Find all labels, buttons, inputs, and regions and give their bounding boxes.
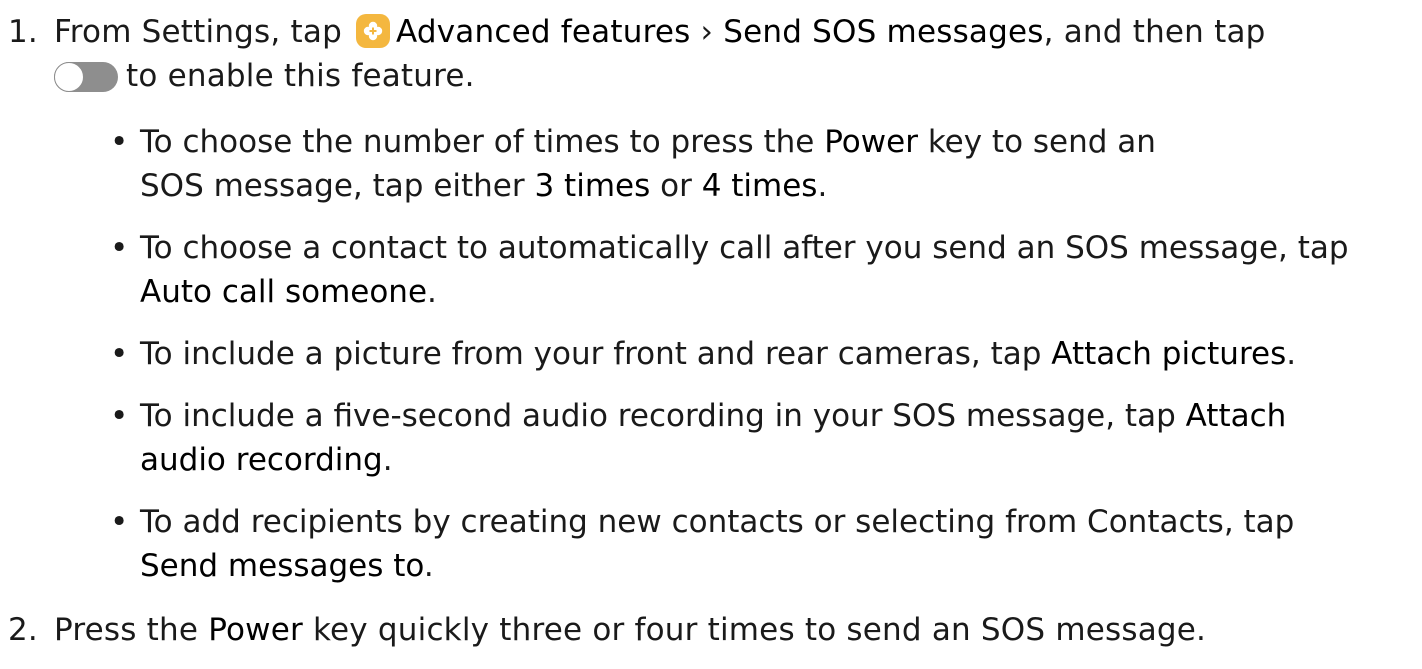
bullet-text: . xyxy=(382,442,393,478)
power-key-label: Power xyxy=(208,612,303,648)
step-number: 1. xyxy=(8,14,38,50)
bullet-line-2: audio recording. xyxy=(140,438,393,482)
bullet-text: To add recipients by creating new contac… xyxy=(140,504,1295,540)
auto-call-someone-label: Auto call someone xyxy=(140,274,428,310)
bullet-text: . xyxy=(423,548,434,584)
bullet-text: To choose a contact to automatically cal… xyxy=(140,230,1349,266)
bullet-text: . xyxy=(1286,336,1297,372)
advanced-features-icon xyxy=(356,14,391,48)
bullet-dot: • xyxy=(110,398,129,434)
toggle-knob xyxy=(54,62,84,92)
bullet-item: • To include a five-second audio recordi… xyxy=(110,394,1410,484)
advanced-features-label: Advanced features xyxy=(396,14,691,50)
step-1-line-1: From Settings, tap Advanced features › S… xyxy=(54,10,1266,54)
step-1: 1. From Settings, tap Advanced features … xyxy=(0,10,1422,100)
bullet-line-2: SOS message, tap either 3 times or 4 tim… xyxy=(140,164,827,208)
step-1-line-2: to enable this feature. xyxy=(54,54,475,98)
bullet-dot: • xyxy=(110,504,129,540)
three-times-label: 3 times xyxy=(534,168,651,204)
power-key-label: Power xyxy=(824,124,918,160)
toggle-switch-icon xyxy=(54,62,118,92)
attach-audio-label: Attach xyxy=(1185,398,1287,434)
document-page: 1. From Settings, tap Advanced features … xyxy=(0,0,1422,669)
bullet-text: To include a five-second audio recording… xyxy=(140,398,1176,434)
bullet-dot: • xyxy=(110,124,129,160)
bullet-text: . xyxy=(427,274,437,310)
bullet-text: SOS message, tap either xyxy=(140,168,525,204)
bullet-dot: • xyxy=(110,336,129,372)
send-messages-to-label: Send messages to xyxy=(140,548,424,584)
step-2-line-1: Press the Power key quickly three or fou… xyxy=(54,608,1206,652)
bullet-item: • To include a picture from your front a… xyxy=(110,332,1410,376)
step-2: 2. Press the Power key quickly three or … xyxy=(0,608,1422,652)
step-text: key quickly three or four times to send … xyxy=(312,612,1207,648)
bullet-item: • To add recipients by creating new cont… xyxy=(110,500,1410,590)
bullet-item: • To choose the number of times to press… xyxy=(110,120,1410,210)
bullet-text: To include a picture from your front and… xyxy=(140,336,1042,372)
bullet-text: or xyxy=(660,168,692,204)
bullet-line-2: Auto call someone. xyxy=(140,270,437,314)
audio-recording-label: audio recording xyxy=(140,442,383,478)
breadcrumb-separator: › xyxy=(700,14,714,50)
step-text: , and then tap xyxy=(1043,14,1266,50)
bullet-line-1: To include a picture from your front and… xyxy=(140,332,1296,376)
bullet-line-1: To include a five-second audio recording… xyxy=(140,394,1286,438)
attach-pictures-label: Attach pictures xyxy=(1051,336,1287,372)
bullet-line-1: To add recipients by creating new contac… xyxy=(140,500,1294,544)
four-times-label: 4 times xyxy=(701,168,818,204)
bullet-text: . xyxy=(817,168,828,204)
bullet-line-2: Send messages to. xyxy=(140,544,434,588)
send-sos-messages-label: Send SOS messages xyxy=(723,14,1044,50)
bullet-line-1: To choose the number of times to press t… xyxy=(140,120,1156,164)
bullet-line-1: To choose a contact to automatically cal… xyxy=(140,226,1349,270)
bullet-text: To choose the number of times to press t… xyxy=(140,124,815,160)
step-text: From Settings, tap xyxy=(54,14,342,50)
step-text: to enable this feature. xyxy=(126,58,475,94)
bullet-dot: • xyxy=(110,230,129,266)
bullet-text: key to send an xyxy=(927,124,1156,160)
bullet-item: • To choose a contact to automatically c… xyxy=(110,226,1410,316)
step-text: Press the xyxy=(54,612,199,648)
step-number: 2. xyxy=(8,612,38,648)
